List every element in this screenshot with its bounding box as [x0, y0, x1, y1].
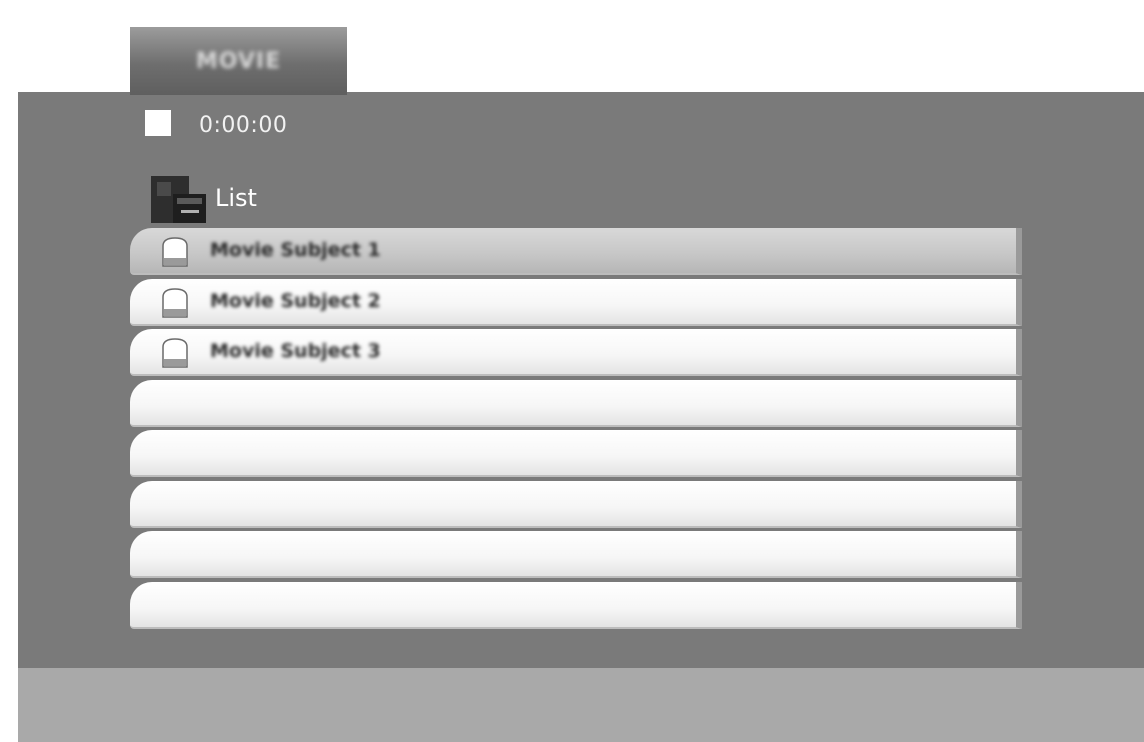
folder-icon — [151, 176, 206, 223]
list-item-label: Movie Subject 3 — [210, 340, 381, 362]
file-list: Movie Subject 1 Movie Subject 2 Movie Subj… — [130, 228, 1022, 632]
menu-tab[interactable]: MOVIE — [130, 27, 347, 95]
list-item[interactable] — [130, 480, 1022, 528]
menu-tab-label: MOVIE — [195, 48, 282, 74]
file-icon — [160, 236, 190, 268]
time-display: 0:00:00 — [199, 113, 288, 138]
list-title: List — [215, 184, 257, 212]
list-item[interactable] — [130, 430, 1022, 477]
stop-icon — [145, 110, 171, 136]
list-item-label: Movie Subject 2 — [210, 289, 381, 312]
file-icon — [160, 337, 190, 369]
list-item[interactable]: Movie Subject 1 — [130, 228, 1022, 275]
list-item-label: Movie Subject 1 — [210, 239, 381, 261]
bottom-band — [18, 668, 1144, 742]
list-item[interactable] — [130, 581, 1022, 629]
list-item[interactable] — [130, 379, 1022, 427]
dvd-menu-screen: MOVIE 0:00:00 List Movie Subject 1 Movie … — [0, 0, 1144, 742]
list-item[interactable]: Movie Subject 3 — [130, 329, 1022, 376]
list-item[interactable] — [130, 531, 1022, 578]
list-item[interactable]: Movie Subject 2 — [130, 278, 1022, 326]
file-icon — [160, 287, 190, 319]
